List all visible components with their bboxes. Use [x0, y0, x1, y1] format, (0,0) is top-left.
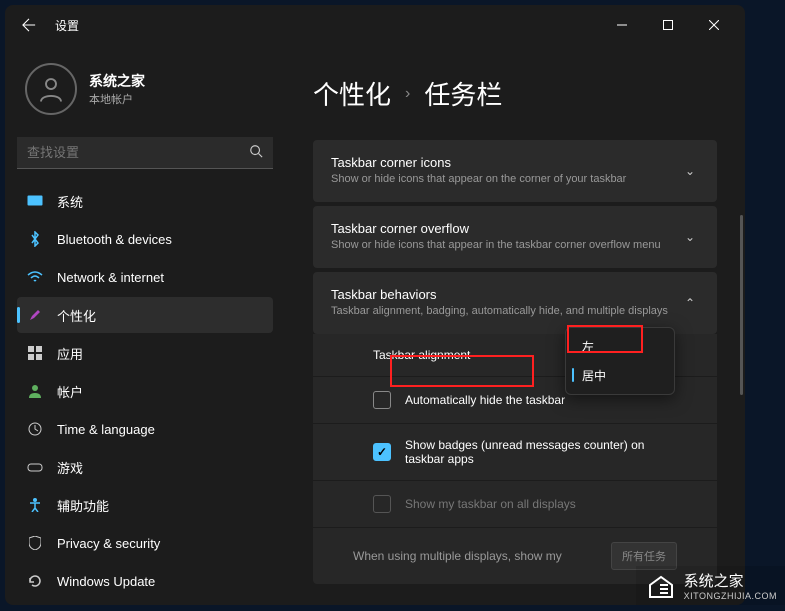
sidebar-item-apps[interactable]: 应用 [17, 335, 273, 371]
titlebar: 设置 [5, 5, 745, 45]
nav-label: 系统 [57, 192, 83, 211]
nav-label: Bluetooth & devices [57, 232, 172, 247]
alignment-option-center[interactable]: 居中 [570, 361, 670, 390]
search-box[interactable] [17, 137, 273, 169]
card-title: Taskbar corner icons [331, 155, 681, 170]
avatar [25, 63, 77, 115]
watermark-name: 系统之家 [684, 573, 744, 590]
user-profile[interactable]: 系统之家 本地帐户 [17, 55, 273, 123]
auto-hide-label: Automatically hide the taskbar [405, 393, 657, 407]
display-icon [27, 193, 43, 209]
alignment-dropdown[interactable]: 左 居中 [565, 327, 675, 395]
nav-list: 系统 Bluetooth & devices Network & interne… [17, 183, 273, 599]
badges-label: Show badges (unread messages counter) on… [405, 438, 657, 466]
chevron-down-icon: ⌄ [681, 164, 699, 178]
clock-icon [27, 421, 43, 437]
person-icon [36, 74, 66, 104]
card-corner-icons[interactable]: Taskbar corner icons Show or hide icons … [313, 140, 717, 202]
sidebar-item-personalization[interactable]: 个性化 [17, 297, 273, 333]
sidebar-item-accounts[interactable]: 帐户 [17, 373, 273, 409]
alignment-option-left[interactable]: 左 [570, 332, 670, 361]
multi-display-label: When using multiple displays, show my [353, 549, 611, 563]
nav-label: Network & internet [57, 270, 164, 285]
checkbox-auto-hide[interactable] [373, 391, 391, 409]
gamepad-icon [27, 459, 43, 475]
back-button[interactable] [13, 9, 45, 41]
window-title: 设置 [55, 17, 79, 34]
bluetooth-icon [27, 231, 43, 247]
sidebar-item-time[interactable]: Time & language [17, 411, 273, 447]
close-button[interactable] [691, 9, 737, 41]
search-icon [249, 144, 263, 161]
sidebar-item-gaming[interactable]: 游戏 [17, 449, 273, 485]
card-corner-overflow[interactable]: Taskbar corner overflow Show or hide ico… [313, 206, 717, 268]
sidebar-item-network[interactable]: Network & internet [17, 259, 273, 295]
checkbox-all-displays [373, 495, 391, 513]
chevron-up-icon: ⌃ [681, 296, 699, 310]
scrollbar[interactable] [740, 215, 743, 395]
row-show-badges[interactable]: Show badges (unread messages counter) on… [313, 424, 717, 481]
update-icon [27, 573, 43, 589]
main-content: 个性化 › 任务栏 Taskbar corner icons Show or h… [285, 45, 745, 605]
card-title: Taskbar behaviors [331, 287, 681, 302]
sidebar-item-accessibility[interactable]: 辅助功能 [17, 487, 273, 523]
breadcrumb-parent[interactable]: 个性化 [313, 75, 391, 112]
nav-label: 帐户 [57, 382, 83, 401]
all-displays-label: Show my taskbar on all displays [405, 497, 657, 511]
watermark-logo-icon [644, 571, 678, 601]
nav-label: Privacy & security [57, 536, 160, 551]
card-subtitle: Show or hide icons that appear on the co… [331, 172, 681, 187]
user-account-type: 本地帐户 [89, 91, 145, 107]
card-subtitle: Taskbar alignment, badging, automaticall… [331, 304, 681, 319]
card-subtitle: Show or hide icons that appear in the ta… [331, 238, 681, 253]
person-icon [27, 383, 43, 399]
chevron-down-icon: ⌄ [681, 230, 699, 244]
apps-icon [27, 345, 43, 361]
paintbrush-icon [27, 307, 43, 323]
breadcrumb: 个性化 › 任务栏 [313, 75, 717, 112]
nav-label: 游戏 [57, 458, 83, 477]
sidebar-item-privacy[interactable]: Privacy & security [17, 525, 273, 561]
search-input[interactable] [27, 145, 249, 160]
nav-label: Time & language [57, 422, 155, 437]
row-all-displays: Show my taskbar on all displays [313, 481, 717, 528]
nav-label: 个性化 [57, 306, 96, 325]
sidebar-item-bluetooth[interactable]: Bluetooth & devices [17, 221, 273, 257]
sidebar-item-update[interactable]: Windows Update [17, 563, 273, 599]
back-arrow-icon [22, 18, 36, 32]
sidebar-item-system[interactable]: 系统 [17, 183, 273, 219]
accessibility-icon [27, 497, 43, 513]
sidebar: 系统之家 本地帐户 系统 Bluetooth & devices [5, 45, 285, 605]
nav-label: Windows Update [57, 574, 155, 589]
user-name: 系统之家 [89, 71, 145, 91]
maximize-button[interactable] [645, 9, 691, 41]
shield-icon [27, 535, 43, 551]
watermark: 系统之家 XITONGZHIJIA.COM [636, 566, 785, 605]
chevron-right-icon: › [405, 85, 410, 103]
watermark-url: XITONGZHIJIA.COM [684, 591, 777, 601]
minimize-button[interactable] [599, 9, 645, 41]
nav-label: 辅助功能 [57, 496, 109, 515]
card-taskbar-behaviors[interactable]: Taskbar behaviors Taskbar alignment, bad… [313, 272, 717, 334]
wifi-icon [27, 269, 43, 285]
card-title: Taskbar corner overflow [331, 221, 681, 236]
checkbox-badges[interactable] [373, 443, 391, 461]
breadcrumb-current: 任务栏 [424, 75, 502, 112]
nav-label: 应用 [57, 344, 83, 363]
